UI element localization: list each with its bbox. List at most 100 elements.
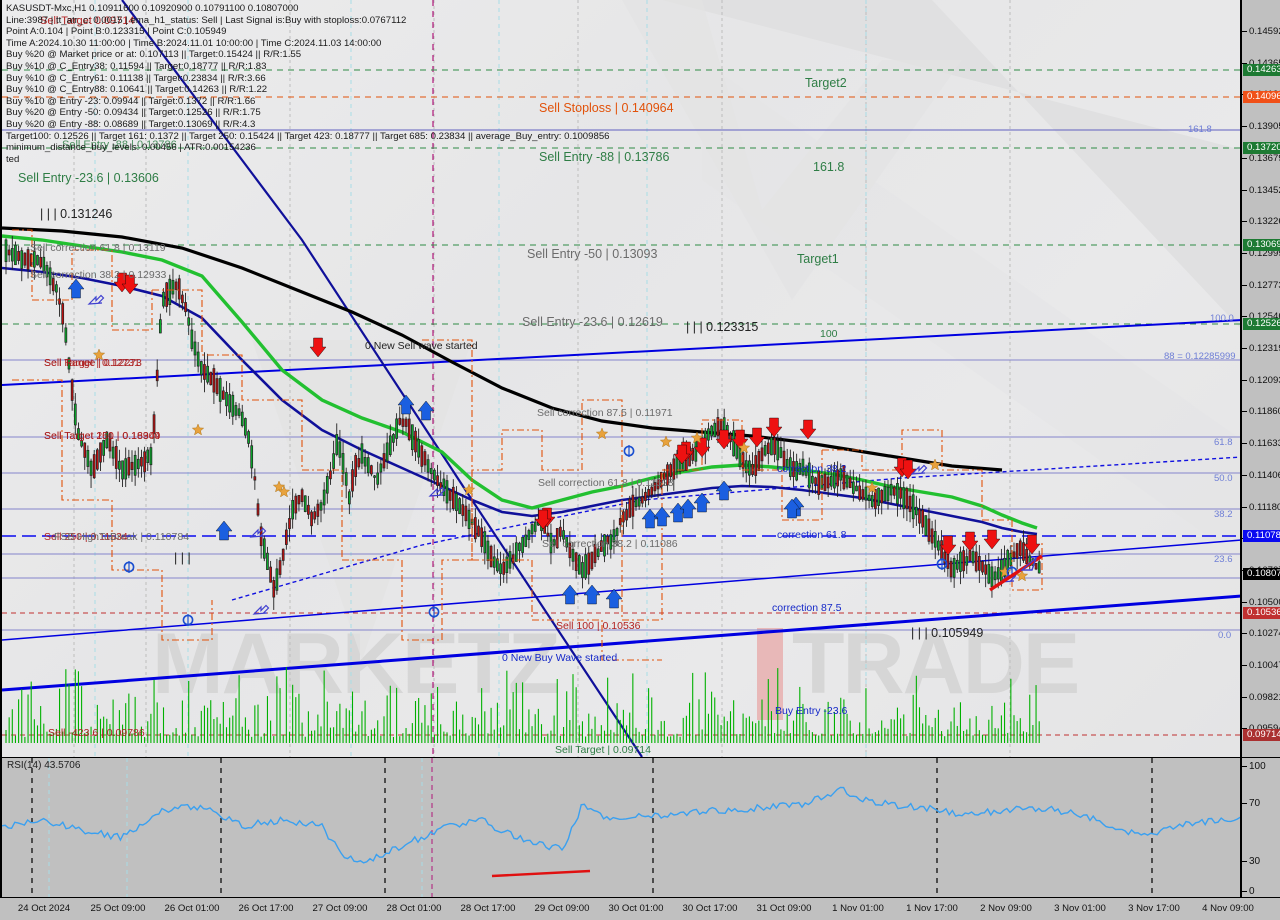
price-chart-pane[interactable]: MARKETZ TRADE xyxy=(0,0,1240,757)
time-tick: 27 Oct 09:00 xyxy=(312,903,368,914)
price-tick: 0.13905 xyxy=(1242,121,1280,132)
fib-tag-2: 61.8 xyxy=(1214,437,1233,448)
annotation-24: Sell correction 61.8 | 0.11528 xyxy=(538,477,674,489)
time-tick: 1 Nov 17:00 xyxy=(906,903,958,914)
annotation-9: FSB HighToBreak | 0.110784 xyxy=(54,531,190,543)
annotation-0: Sell Entry -23.6 | 0.13606 xyxy=(18,171,159,185)
time-tick: 26 Oct 17:00 xyxy=(238,903,294,914)
time-tick: 29 Oct 09:00 xyxy=(534,903,590,914)
time-tick: 24 Oct 2024 xyxy=(17,903,71,914)
time-tick: 28 Oct 17:00 xyxy=(460,903,516,914)
annotation-10: | | | xyxy=(174,551,191,565)
rsi-tick: 100 xyxy=(1242,761,1266,772)
annotation-27: correction 87.5 xyxy=(772,602,842,614)
rsi-tick: 70 xyxy=(1242,798,1260,809)
annotation-1: | | | 0.131246 xyxy=(40,207,113,221)
annotation-33: Sell Target | 0.09714 xyxy=(555,744,651,756)
fib-tag-5: 23.6 xyxy=(1214,554,1233,565)
info-line-5: Buy %10 @ C_Entry61: 0.11138 || Target:0… xyxy=(6,72,266,84)
rsi-indicator-pane[interactable]: RSI(14) 43.5706 xyxy=(0,757,1240,897)
time-tick: 2 Nov 09:00 xyxy=(980,903,1032,914)
annotation-5: Sell Range | 0.12273 xyxy=(44,357,142,369)
info-line-10: Target100: 0.12526 || Target 161: 0.1372… xyxy=(6,130,610,142)
price-tick: 0.13452 xyxy=(1242,185,1280,196)
rsi-readout-label: RSI(14) 43.5706 xyxy=(7,760,81,771)
chart-info-readout: KASUSDT-Mxc,H1 0.10911600 0.10920900 0.1… xyxy=(6,3,610,165)
fib-tag-1: 100.0 xyxy=(1210,313,1234,324)
annotation-19: 100 xyxy=(820,328,838,340)
info-line-12: ted xyxy=(6,153,20,165)
price-highlight-7: 0.10536 xyxy=(1243,607,1280,619)
price-tick: 0.13679 xyxy=(1242,153,1280,164)
fib-tag-0: 161.8 xyxy=(1188,124,1212,135)
time-tick: 30 Oct 01:00 xyxy=(608,903,664,914)
annotation-16: Target1 xyxy=(797,252,839,266)
rsi-tick: 0 xyxy=(1242,886,1255,897)
info-line-7: Buy %10 @ Entry -23: 0.09944 || Target:0… xyxy=(6,95,256,107)
rsi-scale: 100 70 30 0 xyxy=(1240,757,1280,897)
price-tick: 0.10274 xyxy=(1242,628,1280,639)
info-line-2: Time A:2024.10.30 11:00:00 | Time B:2024… xyxy=(6,37,382,49)
annotation-15: Sell Entry -50 | 0.13093 xyxy=(527,247,658,261)
price-tick: 0.10047 xyxy=(1242,660,1280,671)
annotation-22: Sell correction 87.5 | 0.11971 xyxy=(537,407,673,419)
time-axis[interactable]: 24 Oct 2024 25 Oct 09:00 26 Oct 01:00 26 Oc… xyxy=(0,897,1280,920)
annotation-23: correction 38.2 xyxy=(777,463,847,475)
time-tick: 25 Oct 09:00 xyxy=(90,903,146,914)
price-tick: 0.14592 xyxy=(1242,26,1280,37)
annotation-25: correction 61.8 xyxy=(777,529,847,541)
info-line-4: Buy %10 @ C_Entry38: 0.11594 || Target:0… xyxy=(6,60,267,72)
price-tick: 0.11633 xyxy=(1242,438,1280,449)
info-line-6: Buy %10 @ C_Entry88: 0.10641 || Target:0… xyxy=(6,84,268,96)
price-scale[interactable]: 0.145920.143650.141380.139050.136790.134… xyxy=(1240,0,1280,757)
time-tick: 3 Nov 01:00 xyxy=(1054,903,1106,914)
price-tick: 0.11180 xyxy=(1242,502,1280,513)
symbol-ohlc-line: KASUSDT-Mxc,H1 0.10911600 0.10920900 0.1… xyxy=(6,3,299,14)
annotation-12: Target2 xyxy=(805,76,847,90)
annotation-28: Sell 100 | 0.10536 xyxy=(556,620,641,632)
price-tick: 0.11860 xyxy=(1242,406,1280,417)
price-highlight-6: 0.10807 xyxy=(1243,568,1280,580)
info-line-8: Buy %20 @ Entry -50: 0.09434 || Target:0… xyxy=(6,107,261,119)
price-tick: 0.13226 xyxy=(1242,216,1280,227)
info-line-3: Buy %20 @ Market price or at: 0.107113 |… xyxy=(6,49,302,61)
time-tick: 31 Oct 09:00 xyxy=(756,903,812,914)
annotation-31: Buy Entry -23.6 xyxy=(775,705,848,717)
time-tick: 4 Nov 09:00 xyxy=(1202,903,1254,914)
price-tick: 0.11406 xyxy=(1242,470,1280,481)
info-line-9: Buy %20 @ Entry -88: 0.08689 || Target:0… xyxy=(6,118,256,130)
annotation-26: Sell correction 38.2 | 0.11086 xyxy=(542,538,678,550)
annotation-2: Sell correction 61.8 | 0.13119 xyxy=(30,242,166,254)
time-tick: 30 Oct 17:00 xyxy=(682,903,738,914)
price-tick: 0.09821 xyxy=(1242,692,1280,703)
price-highlight-5: 0.11078 xyxy=(1243,530,1280,542)
annotation-21: 0 New Sell wave started xyxy=(365,340,478,352)
price-highlight-1: 0.14096 xyxy=(1243,91,1280,103)
price-tick: 0.12093 xyxy=(1242,375,1280,386)
info-line-1: Point A:0.104 | Point B:0.123315 | Point… xyxy=(6,26,227,38)
annotation-30: 0 New Buy Wave started xyxy=(502,652,618,664)
annotation-7: Sell Target 161 | 0.16309 xyxy=(44,430,161,442)
price-highlight-2: 0.13720 xyxy=(1243,142,1280,154)
price-highlight-4: 0.12526 xyxy=(1243,318,1280,330)
rsi-tick: 30 xyxy=(1242,856,1260,867)
price-tick: 0.10500 xyxy=(1242,597,1280,608)
annotation-20: 88 = 0.12285999 xyxy=(1164,351,1236,362)
info-line-0: Line:3987 | tt_atr_c: 0.0015 | ema_h1_st… xyxy=(6,14,407,26)
annotation-18: | | | 0.123315 xyxy=(686,320,759,334)
price-highlight-8: 0.09714 xyxy=(1243,729,1280,741)
fib-tag-6: 0.0 xyxy=(1218,630,1232,641)
time-tick: 26 Oct 01:00 xyxy=(164,903,220,914)
annotation-17: Sell Entry -23.6 | 0.12619 xyxy=(522,315,663,329)
annotation-3: Sell correction 38.2 | 0.12933 xyxy=(30,269,167,281)
annotation-14: 161.8 xyxy=(813,160,845,174)
fib-tag-4: 38.2 xyxy=(1214,509,1233,520)
time-tick: 3 Nov 17:00 xyxy=(1128,903,1180,914)
fib-tag-3: 50.0 xyxy=(1214,473,1233,484)
rsi-line-series xyxy=(2,786,1240,878)
annotation-29: | | | 0.105949 xyxy=(911,626,984,640)
price-highlight-0: 0.14263 xyxy=(1243,64,1280,76)
time-tick: 1 Nov 01:00 xyxy=(832,903,884,914)
info-line-11: minimum_distance_buy_levels: 0.00456 | A… xyxy=(6,142,256,154)
price-highlight-3: 0.13069 xyxy=(1243,239,1280,251)
